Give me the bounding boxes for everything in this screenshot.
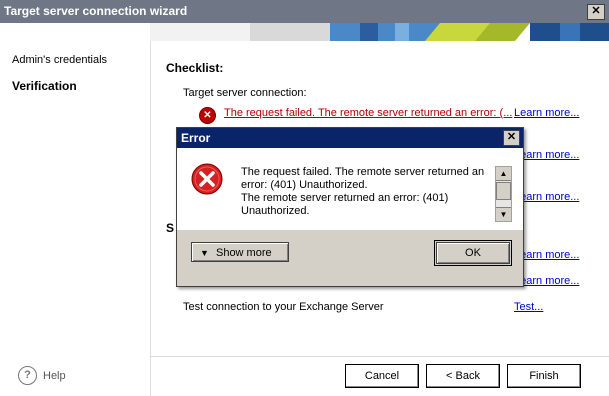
back-button[interactable]: < Back — [426, 364, 500, 388]
error-status-icon: ✕ — [199, 107, 216, 124]
sidebar-item-admins-credentials[interactable]: Admin's credentials — [12, 54, 107, 66]
show-more-button[interactable]: ▼ Show more — [191, 242, 289, 262]
wizard-title: Target server connection wizard — [4, 4, 188, 18]
error-message-line-2: error: (401) Unauthorized. — [241, 179, 368, 191]
error-dialog-body: The request failed. The remote server re… — [177, 148, 523, 230]
cancel-button[interactable]: Cancel — [345, 364, 419, 388]
error-details-link[interactable]: The request failed. The remote server re… — [224, 107, 512, 119]
ok-button[interactable]: OK — [434, 240, 512, 266]
target-server-label: Target server connection: — [183, 87, 307, 99]
test-connection-label: Test connection to your Exchange Server — [183, 301, 384, 313]
scroll-up-button[interactable]: ▲ — [496, 167, 511, 181]
checklist-title: Checklist: — [166, 61, 224, 75]
error-message-line-4: Unauthorized. — [241, 205, 310, 217]
error-message-line-3: The remote server returned an error: (40… — [241, 192, 449, 204]
sidebar-item-verification[interactable]: Verification — [12, 79, 77, 93]
help-icon: ? — [18, 366, 37, 385]
error-icon — [191, 163, 223, 195]
scroll-thumb[interactable] — [496, 182, 511, 200]
error-message: The request failed. The remote server re… — [241, 166, 486, 218]
error-message-line-1: The request failed. The remote server re… — [241, 166, 485, 178]
section-heading-partial: S — [166, 221, 175, 235]
test-link[interactable]: Test... — [514, 301, 543, 313]
wizard-title-bar: Target server connection wizard ✕ — [0, 0, 609, 23]
wizard-banner — [150, 23, 609, 41]
wizard-close-button[interactable]: ✕ — [587, 4, 605, 20]
message-scrollbar[interactable]: ▲ ▼ — [495, 166, 512, 222]
scroll-down-button[interactable]: ▼ — [496, 207, 511, 221]
error-dialog-title: Error — [181, 131, 211, 145]
error-dialog-close-button[interactable]: ✕ — [503, 130, 520, 146]
help-label: Help — [43, 369, 66, 382]
banner-graphic — [150, 23, 609, 41]
chevron-down-icon: ▼ — [200, 248, 209, 258]
wizard-sidebar: Admin's credentials Verification ? Help — [0, 41, 151, 396]
learn-more-link-1[interactable]: Learn more... — [514, 107, 579, 119]
help-link[interactable]: ? Help — [18, 366, 66, 385]
error-dialog-title-bar: Error ✕ — [177, 128, 523, 148]
footer-separator — [150, 356, 609, 357]
error-dialog: Error ✕ The request failed. The remote s… — [176, 127, 524, 287]
show-more-label: Show more — [215, 247, 272, 259]
finish-button[interactable]: Finish — [507, 364, 581, 388]
